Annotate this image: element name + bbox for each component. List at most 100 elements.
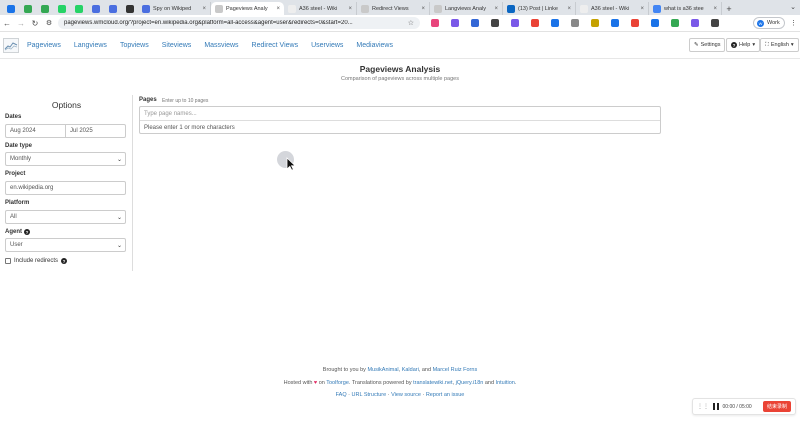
close-tab-icon[interactable]: ×	[640, 6, 644, 12]
recording-time: 00:00 / 05:00	[722, 403, 752, 410]
browser-menu-icon[interactable]: ⋮	[790, 19, 797, 27]
language-button[interactable]: ⛶ English ▾	[760, 38, 799, 52]
tab-title: Redirect Views	[372, 5, 409, 12]
nav-link-topviews[interactable]: Topviews	[120, 42, 149, 49]
nav-link-siteviews[interactable]: Siteviews	[162, 42, 192, 49]
nav-link-langviews[interactable]: Langviews	[74, 42, 107, 49]
view-source-link[interactable]: View source	[391, 392, 421, 398]
pinned-tab[interactable]	[19, 2, 36, 15]
tab-favicon-icon	[6, 4, 15, 13]
browser-tab[interactable]: Langviews Analy ×	[430, 2, 503, 15]
extension-icon[interactable]	[671, 19, 679, 27]
pinned-tab[interactable]	[53, 2, 70, 15]
pinned-tab[interactable]	[2, 2, 19, 15]
extension-icon[interactable]	[491, 19, 499, 27]
browser-tab[interactable]: A36 steel - Wiki ×	[284, 2, 357, 15]
stop-recording-button[interactable]: 结束录制	[762, 401, 791, 412]
tab-favicon-icon	[434, 4, 442, 13]
nav-link-massviews[interactable]: Massviews	[204, 42, 238, 49]
footer-hosting: Hosted with ♥ on Toolforge. Translations…	[0, 380, 800, 386]
intuition-link[interactable]: Intuition	[496, 380, 515, 386]
close-tab-icon[interactable]: ×	[276, 6, 280, 12]
browser-tab[interactable]: what is a36 stee ×	[649, 2, 722, 15]
back-arrow-icon[interactable]: ←	[0, 16, 14, 30]
date-type-label: Date type	[5, 143, 33, 149]
agent-select[interactable]: User ⌄	[5, 238, 126, 252]
translatewiki-link[interactable]: translatewiki.net	[413, 380, 452, 386]
pinned-tab[interactable]	[121, 2, 138, 15]
browser-tab[interactable]: (13) Post | Linke ×	[503, 2, 576, 15]
close-tab-icon[interactable]: ×	[567, 6, 571, 12]
extension-icon[interactable]	[651, 19, 659, 27]
extension-icon[interactable]	[511, 19, 519, 27]
close-tab-icon[interactable]: ×	[494, 6, 498, 12]
site-info-icon[interactable]: ⚙	[42, 16, 56, 30]
url-structure-link[interactable]: URL Structure	[352, 392, 387, 398]
extension-icon[interactable]	[451, 19, 459, 27]
date-type-value: Monthly	[10, 156, 32, 162]
report-issue-link[interactable]: Report an issue	[426, 392, 465, 398]
pinned-tab[interactable]	[104, 2, 121, 15]
drag-handle-icon[interactable]: ⋮⋮	[697, 403, 709, 410]
extension-icon[interactable]	[551, 19, 559, 27]
author-link[interactable]: MusikAnimal	[367, 367, 398, 373]
extension-icon[interactable]	[631, 19, 639, 27]
browser-tab[interactable]: Spy on Wikiped ×	[138, 2, 211, 15]
reload-icon[interactable]: ↻	[28, 16, 42, 30]
pinned-tab[interactable]	[70, 2, 87, 15]
browser-tab[interactable]: Redirect Views ×	[357, 2, 430, 15]
platform-select[interactable]: All ⌄	[5, 210, 126, 224]
close-tab-icon[interactable]: ×	[202, 6, 206, 12]
extension-icon[interactable]	[691, 19, 699, 27]
start-date-input[interactable]: Aug 2024	[5, 124, 66, 138]
close-tab-icon[interactable]: ×	[348, 6, 352, 12]
browser-tab[interactable]: Pageviews Analy ×	[211, 2, 284, 15]
nav-link-redirect-views[interactable]: Redirect Views	[252, 42, 299, 49]
profile-button[interactable]: W Work	[753, 17, 785, 29]
extension-icon[interactable]	[711, 19, 719, 27]
jquery-i18n-link[interactable]: jQuery.i18n	[456, 380, 484, 386]
help-icon[interactable]: ?	[24, 229, 30, 235]
platform-label: Platform	[5, 200, 30, 206]
tab-favicon-icon	[507, 4, 515, 13]
faq-link[interactable]: FAQ	[336, 392, 347, 398]
tab-title: Pageviews Analy	[226, 5, 268, 12]
address-url[interactable]: pageviews.wmcloud.org/?project=en.wikipe…	[64, 20, 402, 26]
nav-link-pageviews[interactable]: Pageviews	[27, 42, 61, 49]
include-redirects-checkbox[interactable]: Include redirects ?	[5, 258, 68, 264]
pageviews-logo[interactable]	[3, 38, 19, 53]
help-icon[interactable]: ?	[61, 258, 68, 264]
extension-icon[interactable]	[571, 19, 579, 27]
checkbox-box[interactable]	[5, 258, 11, 264]
end-date-input[interactable]: Jul 2025	[65, 124, 126, 138]
author-link[interactable]: Marcel Ruiz Forns	[433, 367, 478, 373]
help-button[interactable]: ? Help ▾	[726, 38, 761, 52]
date-type-select[interactable]: Monthly ⌄	[5, 152, 126, 166]
extension-icon[interactable]	[531, 19, 539, 27]
options-heading: Options	[51, 100, 82, 110]
bookmark-star-icon[interactable]: ☆	[408, 19, 414, 27]
tab-favicon-icon	[57, 4, 66, 13]
settings-button[interactable]: ✎ Settings	[689, 38, 726, 52]
new-tab-button[interactable]: +	[722, 2, 736, 15]
close-tab-icon[interactable]: ×	[421, 6, 425, 12]
extension-icon[interactable]	[471, 19, 479, 27]
extension-icon[interactable]	[591, 19, 599, 27]
extension-icon[interactable]	[431, 19, 439, 27]
address-bar[interactable]: pageviews.wmcloud.org/?project=en.wikipe…	[58, 17, 420, 29]
page-names-input[interactable]: Type page names...	[140, 107, 660, 121]
forward-arrow-icon[interactable]: →	[14, 16, 28, 30]
browser-tab[interactable]: A36 steel - Wiki ×	[576, 2, 649, 15]
author-link[interactable]: Kaldari	[402, 367, 419, 373]
toolforge-link[interactable]: Toolforge	[326, 380, 349, 386]
tab-search-icon[interactable]: ⌄	[790, 3, 796, 11]
pause-icon[interactable]	[713, 403, 719, 410]
agent-label-row: Agent ?	[5, 229, 30, 235]
project-input[interactable]: en.wikipedia.org	[5, 181, 126, 195]
pinned-tab[interactable]	[36, 2, 53, 15]
nav-link-mediaviews[interactable]: Mediaviews	[356, 42, 393, 49]
close-tab-icon[interactable]: ×	[713, 6, 717, 12]
nav-link-userviews[interactable]: Userviews	[311, 42, 343, 49]
pinned-tab[interactable]	[87, 2, 104, 15]
extension-icon[interactable]	[611, 19, 619, 27]
